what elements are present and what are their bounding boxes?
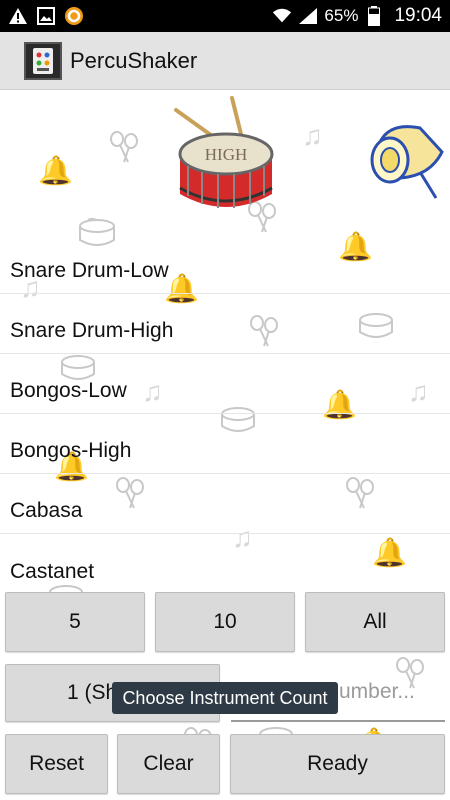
instrument-list: Snare Drum-Low Snare Drum-High Bongos-Lo… (0, 234, 450, 594)
reset-button[interactable]: Reset (5, 734, 108, 794)
clear-button[interactable]: Clear (117, 734, 220, 794)
clock: 19:04 (394, 5, 442, 26)
bell-icon: 🔔 (38, 155, 73, 186)
battery-icon (364, 6, 384, 26)
drum-label: HIGH (205, 145, 248, 164)
battery-percent: 65% (324, 6, 359, 25)
list-item-label: Bongos-High (10, 439, 132, 462)
list-item-label: Snare Drum-High (10, 319, 174, 342)
signal-icon (298, 6, 318, 26)
snare-drum-image: HIGH (170, 96, 282, 221)
list-item[interactable]: Cabasa (0, 474, 450, 534)
maracas-icon (108, 130, 140, 171)
list-item[interactable]: Snare Drum-Low (0, 234, 450, 294)
list-item[interactable]: Bongos-Low (0, 354, 450, 414)
list-item[interactable]: Bongos-High (0, 414, 450, 474)
wifi-icon (272, 6, 292, 26)
warning-icon (8, 6, 28, 26)
list-item-label: Snare Drum-Low (10, 259, 169, 282)
sync-icon (64, 6, 84, 26)
ready-button[interactable]: Ready (230, 734, 445, 794)
count-5-button[interactable]: 5 (5, 592, 145, 652)
image-icon (36, 6, 56, 26)
status-bar: 65% 19:04 (0, 0, 450, 32)
app-title: PercuShaker (70, 47, 198, 73)
action-bar: PercuShaker (0, 32, 450, 90)
app-icon[interactable] (24, 41, 62, 80)
music-note-icon: ♫ (302, 120, 323, 151)
list-item[interactable]: Snare Drum-High (0, 294, 450, 354)
shaker-image (360, 112, 450, 207)
count-all-button[interactable]: All (305, 592, 445, 652)
list-item-label: Bongos-Low (10, 379, 127, 402)
list-item-label: Castanet (10, 560, 95, 583)
count-10-button[interactable]: 10 (155, 592, 295, 652)
list-item[interactable]: Castanet (0, 534, 450, 594)
toast-message: Choose Instrument Count (112, 682, 338, 714)
list-item-label: Cabasa (10, 499, 83, 522)
